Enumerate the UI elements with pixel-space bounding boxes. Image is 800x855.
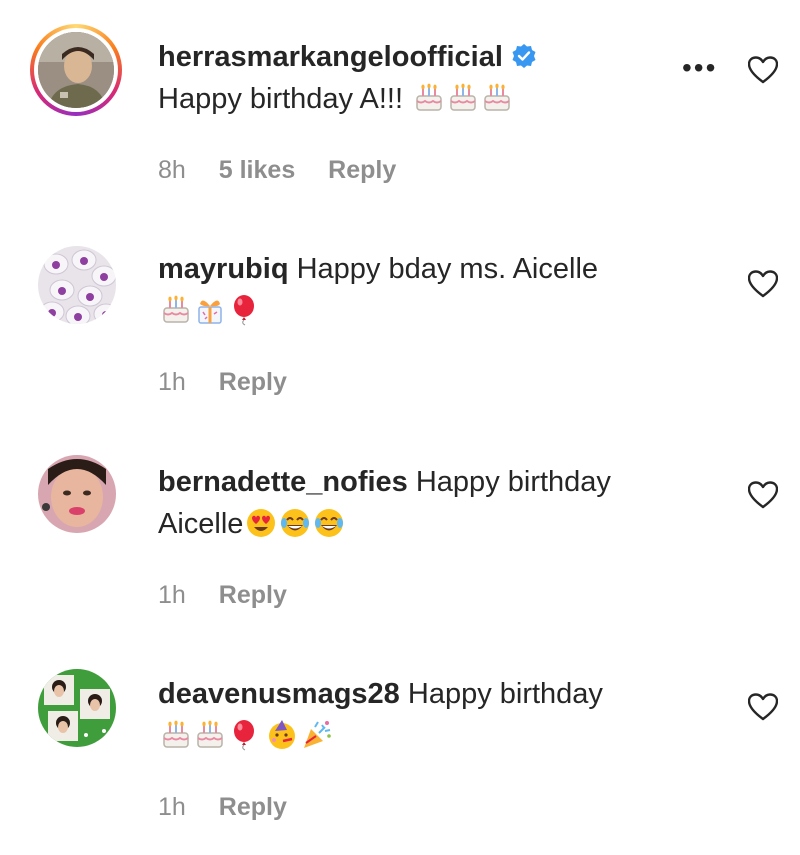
like-heart-icon[interactable] (748, 270, 778, 298)
comment-username[interactable]: deavenusmags28 (158, 678, 400, 710)
comment-item: mayrubiq Happy bday ms. Aicelle 1h Reply (0, 210, 800, 425)
comment-timestamp: 1h (158, 368, 186, 396)
comment-timestamp: 8h (158, 156, 186, 184)
comment-timestamp: 1h (158, 581, 186, 609)
comment-username[interactable]: herrasmarkangeloofficial (158, 41, 503, 73)
avatar[interactable] (38, 246, 116, 324)
partying-face-icon (266, 719, 298, 751)
avatar[interactable] (38, 669, 116, 747)
reply-button[interactable]: Reply (219, 581, 287, 609)
comment-text-continued: Aicelle (158, 508, 244, 540)
like-heart-icon[interactable] (748, 481, 778, 509)
comment-text: Happy birthday A!!! (158, 83, 404, 115)
reply-button[interactable]: Reply (219, 793, 287, 821)
tears-of-joy-icon (279, 507, 311, 539)
reply-button[interactable]: Reply (328, 156, 396, 184)
like-heart-icon[interactable] (748, 693, 778, 721)
comment-item: bernadette_nofies Happy birthday Aicelle… (0, 425, 800, 635)
comment-text: Happy bday ms. Aicelle (296, 253, 599, 285)
comment-item: herrasmarkangeloofficial Happy birthday … (0, 0, 800, 210)
party-popper-icon (300, 719, 332, 751)
heart-eyes-icon (245, 507, 277, 539)
comment-timestamp: 1h (158, 793, 186, 821)
birthday-cake-icon (194, 719, 226, 751)
birthday-cake-icon (481, 82, 513, 114)
birthday-cake-icon (160, 294, 192, 326)
avatar[interactable] (38, 455, 116, 533)
comment-text: Happy birthday (415, 466, 611, 498)
birthday-cake-icon (413, 82, 445, 114)
birthday-cake-icon (447, 82, 479, 114)
balloon-icon (228, 719, 260, 751)
comment-username[interactable]: mayrubiq (158, 253, 289, 285)
verified-badge-icon (512, 44, 536, 68)
like-heart-icon[interactable] (748, 56, 778, 84)
comment-username[interactable]: bernadette_nofies (158, 466, 408, 498)
comment-text: Happy birthday (407, 678, 603, 710)
avatar[interactable] (30, 24, 122, 116)
comment-likes[interactable]: 5 likes (219, 156, 295, 184)
tears-of-joy-icon (313, 507, 345, 539)
reply-button[interactable]: Reply (219, 368, 287, 396)
comment-item: deavenusmags28 Happy birthday 1h Reply (0, 635, 800, 855)
wrapped-gift-icon (194, 294, 226, 326)
balloon-icon (228, 294, 260, 326)
more-options-icon[interactable]: ••• (682, 54, 717, 82)
birthday-cake-icon (160, 719, 192, 751)
